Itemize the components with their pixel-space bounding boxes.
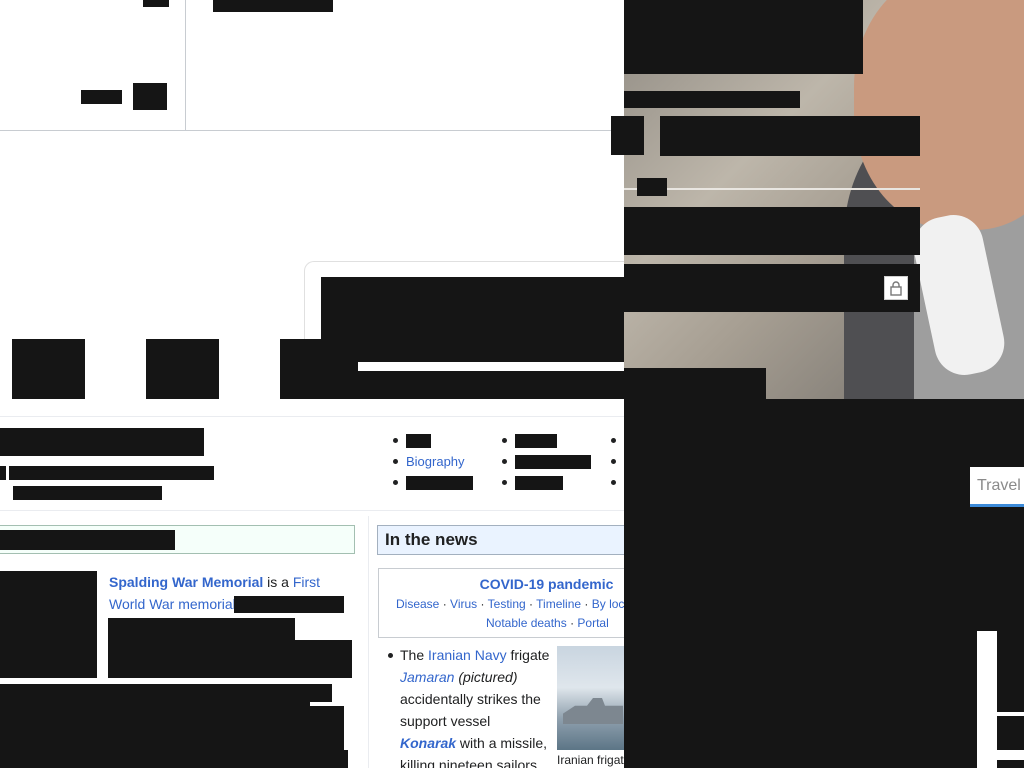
redacted-block[interactable] — [133, 83, 167, 110]
featured-link-first[interactable]: First — [293, 574, 320, 590]
portal-list-2 — [502, 430, 591, 493]
covid-link-testing[interactable]: Testing — [488, 597, 526, 611]
covid-link-disease[interactable]: Disease — [396, 597, 439, 611]
header-vertical-divider — [185, 0, 186, 130]
redacted-line — [13, 486, 162, 500]
covid-link-timeline[interactable]: Timeline — [536, 597, 581, 611]
portal-list-3 — [611, 430, 624, 493]
covid-link-virus[interactable]: Virus — [450, 597, 477, 611]
portal-link-biography[interactable]: Biography — [406, 454, 465, 469]
redacted-block — [358, 371, 624, 399]
redacted-panel — [624, 399, 1024, 768]
redacted-line — [0, 706, 344, 750]
content-top-divider — [0, 510, 624, 511]
redacted-heading — [0, 428, 204, 456]
redacted-line — [0, 684, 332, 702]
featured-title-link[interactable]: Spalding War Memorial — [109, 574, 263, 590]
photo-divider — [624, 188, 920, 190]
travel-input[interactable]: Travel — [970, 467, 1024, 507]
redacted-block — [321, 277, 624, 362]
list-item[interactable] — [611, 472, 624, 493]
side-panel-strip — [997, 712, 1024, 716]
list-item[interactable] — [502, 451, 591, 472]
side-panel-strip — [997, 750, 1024, 760]
list-item[interactable]: Biography — [393, 451, 473, 472]
redacted-line — [624, 91, 800, 108]
redacted-line — [9, 466, 214, 480]
redacted-title — [624, 0, 863, 74]
page: Biography Spalding War Memorial is a Fir… — [0, 0, 1024, 768]
lock-icon[interactable] — [884, 276, 908, 300]
covid-link-portal[interactable]: Portal — [577, 616, 608, 630]
redacted-line — [234, 596, 344, 613]
redacted-field[interactable] — [624, 264, 920, 312]
redacted-line — [0, 466, 6, 480]
covid-title-link[interactable]: COVID-19 pandemic — [480, 576, 614, 592]
redacted-field[interactable] — [660, 116, 920, 156]
news-item: The Iranian Navy frigate Jamaran (pictur… — [400, 647, 550, 768]
redacted-heading — [0, 530, 175, 550]
news-link-jamaran[interactable]: Jamaran — [400, 669, 454, 685]
redacted-block[interactable] — [611, 116, 644, 155]
redacted-line — [108, 640, 352, 678]
news-link-konarak[interactable]: Konarak — [400, 735, 456, 751]
redacted-line — [0, 750, 348, 768]
covid-links-row2: Notable deaths · Portal — [486, 616, 609, 630]
list-item[interactable] — [611, 430, 624, 451]
portal-top-divider — [0, 416, 624, 417]
news-image-caption: Iranian frigat — [557, 753, 624, 767]
travel-input-placeholder: Travel — [977, 476, 1021, 494]
news-bullet — [388, 653, 393, 658]
news-link-iranian-navy[interactable]: Iranian Navy — [428, 647, 507, 663]
news-ship-image[interactable] — [557, 646, 624, 750]
redacted-bar — [624, 368, 766, 399]
redacted-block[interactable] — [81, 90, 122, 104]
featured-link-memorial[interactable]: World War memorial — [109, 596, 236, 612]
side-panel-strip — [977, 631, 997, 768]
header-bottom-divider — [0, 130, 624, 131]
redacted-field[interactable] — [624, 207, 920, 255]
news-heading: In the news — [385, 530, 478, 549]
list-item[interactable] — [393, 430, 473, 451]
portal-list-1: Biography — [393, 430, 473, 493]
featured-text: is a — [263, 574, 293, 590]
redacted-block — [143, 0, 169, 7]
list-item[interactable] — [611, 451, 624, 472]
list-item[interactable] — [502, 472, 591, 493]
covid-link-notable-deaths[interactable]: Notable deaths — [486, 616, 567, 630]
column-divider — [368, 516, 369, 768]
covid-links-row1: Disease · Virus · Testing · Timeline · B… — [396, 597, 632, 611]
list-item[interactable] — [393, 472, 473, 493]
list-item[interactable] — [502, 430, 591, 451]
featured-image[interactable] — [0, 571, 97, 678]
redacted-block — [213, 0, 333, 12]
redacted-line — [108, 618, 295, 642]
redacted-label — [637, 178, 667, 196]
redacted-tile[interactable] — [146, 339, 219, 399]
redacted-tile[interactable] — [12, 339, 85, 399]
